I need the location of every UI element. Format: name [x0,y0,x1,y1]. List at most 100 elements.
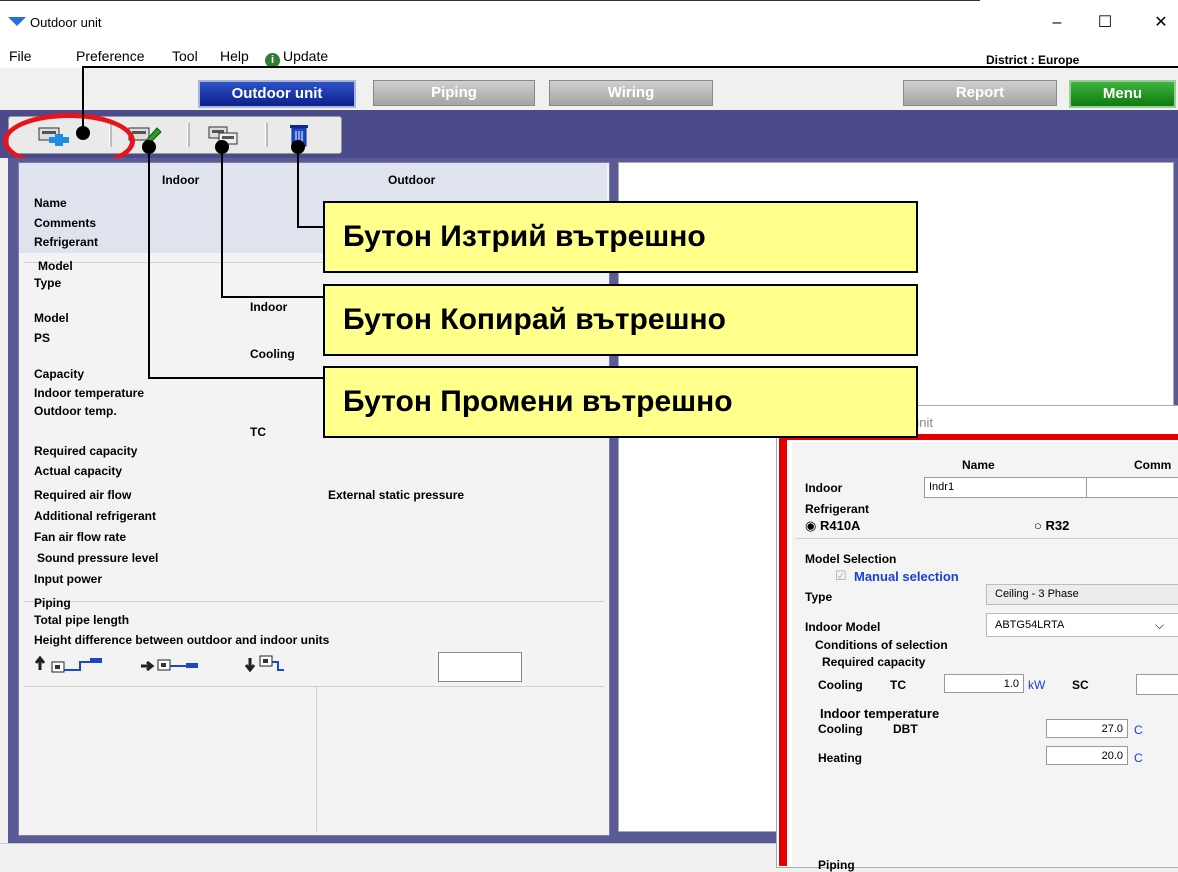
label-type: Type [34,276,62,290]
label-model: Model [34,311,69,325]
label-ps: PS [34,331,51,345]
tab-report[interactable]: Report [903,80,1057,106]
pipe-config-icons [34,655,284,673]
divider [796,538,1178,539]
callout-copy-indoor: Бутон Копирай вътрешно [323,284,918,356]
dialog-highlight-left [779,434,787,866]
indoor-model-label: Indoor Model [805,620,881,634]
tc-label: TC [890,678,906,692]
pipe-up-icon [34,655,102,673]
callout-line [297,144,299,227]
label-indoor-partial: Indoor [250,300,288,314]
label-required-capacity: Required capacity [34,444,138,458]
radio-selected-icon: ◉ [805,518,817,533]
menu-help[interactable]: Help [220,48,249,64]
label-name: Name [34,196,67,210]
menu-file[interactable]: File [9,48,32,64]
menu-tool[interactable]: Tool [172,48,198,64]
callout-line [221,144,223,298]
label-fan-air-flow-rate: Fan air flow rate [34,530,127,544]
district-label: District : Europe [986,53,1080,67]
callout-dot [142,140,156,154]
maximize-button[interactable]: ☐ [1090,8,1120,38]
tab-outdoor-unit[interactable]: Outdoor unit [198,80,356,108]
label-input-power: Input power [34,572,102,586]
label-outdoor-temp: Outdoor temp. [34,404,117,418]
section-model: Model [38,259,73,273]
toolbar-separator [187,123,190,147]
indoor-model-select[interactable]: ABTG54LRTA ⌵ [986,613,1178,637]
tc-input[interactable]: 1.0 [944,674,1024,693]
checkmark-icon: ☑ [835,568,847,583]
section-piping: Piping [34,596,71,610]
tab-piping[interactable]: Piping [373,80,535,106]
label-actual-capacity: Actual capacity [34,464,123,478]
cooling-label: Cooling [818,678,863,692]
title-bar: Outdoor unit – ☐ ✕ [0,0,1178,44]
minimize-button[interactable]: – [1042,8,1072,38]
callout-dot [291,140,305,154]
top-border [0,0,980,1]
indoor-temperature-section: Indoor temperature [820,706,940,721]
label-cooling: Cooling [250,347,295,361]
label-required-air-flow: Required air flow [34,488,132,502]
radio-empty-icon: ○ [1034,518,1042,533]
manual-selection-label: Manual selection [854,569,959,584]
label-indoor-temperature: Indoor temperature [34,386,145,400]
column-indoor: Indoor [162,173,200,187]
label-external-static-pressure: External static pressure [328,488,465,502]
radio-r410a[interactable]: ◉ R410A [805,518,860,534]
menu-bar: File Preference Tool Help i Update Distri… [0,44,1178,68]
chevron-down-icon: ⌵ [1155,618,1165,632]
callout-edit-indoor: Бутон Промени вътрешно [323,366,918,438]
callout-line [82,66,84,132]
type-select[interactable]: Ceiling - 3 Phase [986,584,1178,605]
required-capacity-section: Required capacity [822,655,926,669]
divider [316,686,317,832]
dbt-label: DBT [893,722,918,736]
callout-line [148,144,150,378]
pipe-down-icon [244,655,284,673]
callout-delete-indoor: Бутон Изтрий вътрешно [323,201,918,273]
menu-update-label: Update [283,48,329,64]
menu-preference[interactable]: Preference [76,48,144,64]
sc-input[interactable] [1136,674,1178,695]
close-button[interactable]: ✕ [1146,8,1176,38]
column-outdoor: Outdoor [388,173,436,187]
indoor-comments-input[interactable] [1086,477,1178,498]
callout-dot [215,140,229,154]
callout-dot [76,126,90,140]
dialog-refrigerant-section: Refrigerant [805,502,870,516]
cooling-temp-label: Cooling [818,722,863,736]
label-tc: TC [250,425,266,439]
type-label: Type [805,590,833,604]
label-refrigerant: Refrigerant [34,235,99,249]
cooling-dbt-input[interactable]: 27.0 [1046,719,1128,738]
dialog-indoor-label: Indoor [805,481,843,495]
heating-input[interactable]: 20.0 [1046,746,1128,765]
indoor-name-input[interactable]: Indr1 [924,477,1088,498]
dialog-piping-section: Piping [818,858,855,872]
tab-wiring[interactable]: Wiring [549,80,713,106]
divider [24,601,604,602]
heating-unit: C [1134,751,1143,765]
label-total-pipe-length: Total pipe length [34,613,130,627]
callout-line [148,377,323,379]
label-additional-refrigerant: Additional refrigerant [34,509,157,523]
menu-update[interactable]: i Update [265,48,328,68]
manual-selection-checkbox[interactable]: ☑ [835,568,847,584]
dialog-col-comments: Comm [1134,458,1172,472]
radio-r32[interactable]: ○ R32 [1034,518,1069,533]
pipe-level-icon [141,659,198,672]
model-selection-section: Model Selection [805,552,897,566]
cooling-dbt-unit: C [1134,723,1143,737]
heating-label: Heating [818,751,863,765]
callout-line [82,66,1178,68]
app-logo-icon [8,17,26,26]
window-title: Outdoor unit [30,15,102,30]
tab-menu[interactable]: Menu [1069,80,1176,108]
height-difference-field[interactable] [438,652,522,682]
callout-line [221,296,323,298]
conditions-section: Conditions of selection [815,638,948,652]
divider [24,686,604,687]
